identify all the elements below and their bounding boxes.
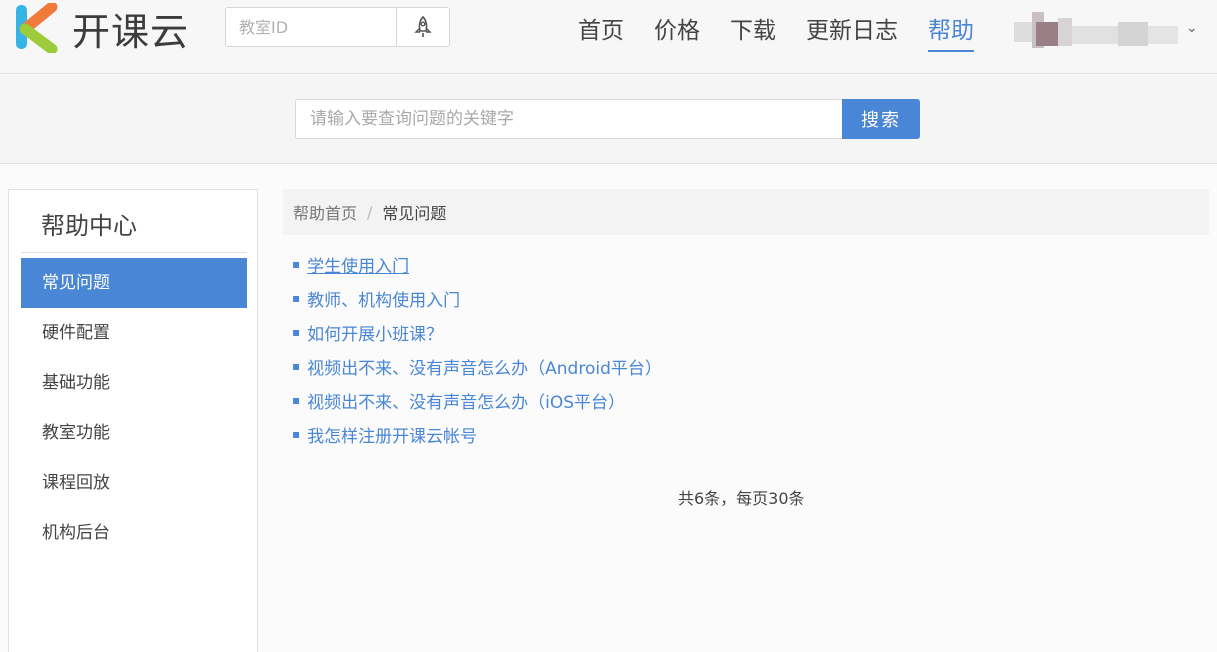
top-header: 开课云 首页 价格 下载 更新日志 帮助 ⌄ [0,0,1217,74]
faq-link[interactable]: 视频出不来、没有声音怎么办（Android平台） [307,354,662,379]
faq-link[interactable]: 视频出不来、没有声音怎么办（iOS平台） [307,388,625,413]
breadcrumb-home[interactable]: 帮助首页 [293,200,357,224]
nav-home[interactable]: 首页 [578,0,624,52]
avatar [1014,8,1182,48]
list-item: ▪ 我怎样注册开课云帐号 [292,417,662,451]
breadcrumb-current: 常见问题 [382,204,447,223]
nav-download[interactable]: 下载 [730,0,776,52]
list-item: ▪ 学生使用入门 [292,247,662,281]
brand-name: 开课云 [72,9,190,54]
chevron-down-icon: ⌄ [1186,20,1198,36]
room-id-search [225,7,450,47]
bullet-icon: ▪ [292,359,301,373]
sidebar-item-basics[interactable]: 基础功能 [21,358,247,408]
help-search-input[interactable] [295,99,842,139]
faq-link[interactable]: 我怎样注册开课云帐号 [307,422,477,447]
user-menu[interactable]: ⌄ [1014,6,1204,50]
sidebar-item-admin[interactable]: 机构后台 [21,508,247,558]
help-sidebar: 帮助中心 常见问题 硬件配置 基础功能 教室功能 课程回放 机构后台 [8,189,258,652]
list-item: ▪ 教师、机构使用入门 [292,281,662,315]
sidebar-title: 帮助中心 [41,212,137,240]
bullet-icon: ▪ [292,325,301,339]
bullet-icon: ▪ [292,291,301,305]
bullet-icon: ▪ [292,257,301,271]
list-item: ▪ 如何开展小班课？ [292,315,662,349]
rocket-icon [414,16,432,37]
bullet-icon: ▪ [292,427,301,441]
brand-logo[interactable]: 开课云 [14,2,189,54]
breadcrumb: 帮助首页 / 常见问题 [283,189,1209,235]
faq-list: ▪ 学生使用入门 ▪ 教师、机构使用入门 ▪ 如何开展小班课？ ▪ 视频出不来、… [292,247,662,451]
faq-link[interactable]: 学生使用入门 [307,252,409,277]
search-button[interactable]: 搜索 [842,99,920,139]
faq-link[interactable]: 教师、机构使用入门 [307,286,460,311]
kaikeyun-logo-icon [16,3,58,53]
sidebar-divider [21,252,247,253]
pagination-info: 共6条，每页30条 [678,489,805,508]
sidebar-item-hardware[interactable]: 硬件配置 [21,308,247,358]
main-nav: 首页 价格 下载 更新日志 帮助 [578,0,1004,54]
list-item: ▪ 视频出不来、没有声音怎么办（Android平台） [292,349,662,383]
nav-help[interactable]: 帮助 [928,0,974,52]
help-search-band: 搜索 [0,75,1217,164]
sidebar-menu: 常见问题 硬件配置 基础功能 教室功能 课程回放 机构后台 [21,258,247,558]
sidebar-item-classroom[interactable]: 教室功能 [21,408,247,458]
bullet-icon: ▪ [292,393,301,407]
nav-changelog[interactable]: 更新日志 [806,0,898,52]
nav-pricing[interactable]: 价格 [654,0,700,52]
list-item: ▪ 视频出不来、没有声音怎么办（iOS平台） [292,383,662,417]
breadcrumb-separator: / [367,202,373,222]
sidebar-item-playback[interactable]: 课程回放 [21,458,247,508]
faq-link[interactable]: 如何开展小班课？ [307,320,443,345]
room-id-input[interactable] [226,8,396,46]
enter-room-button[interactable] [396,8,449,46]
sidebar-item-faq[interactable]: 常见问题 [21,258,247,308]
